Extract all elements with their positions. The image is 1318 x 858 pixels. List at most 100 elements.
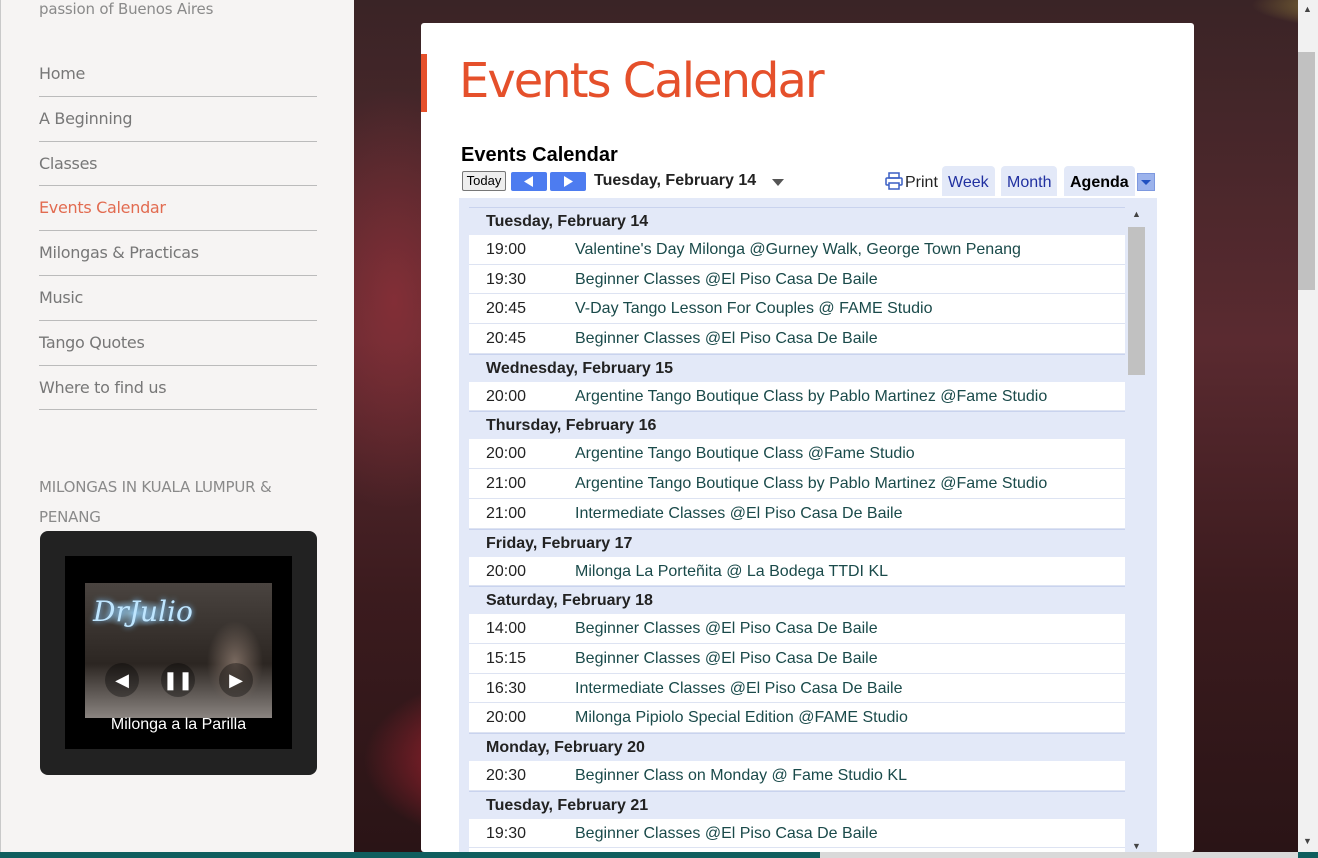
- tab-agenda[interactable]: Agenda: [1064, 166, 1135, 196]
- event-title-link[interactable]: Milonga Pipiolo Special Edition @FAME St…: [575, 703, 908, 732]
- event-time: 20:00: [486, 445, 527, 463]
- tab-month[interactable]: Month: [1001, 166, 1058, 196]
- event-time: 20:00: [486, 562, 527, 580]
- event-time: 16:30: [486, 679, 527, 697]
- event-title-link[interactable]: Argentine Tango Boutique Class by Pablo …: [575, 469, 1047, 498]
- nav-item-events-calendar[interactable]: Events Calendar: [39, 186, 317, 232]
- event-time: 20:00: [486, 709, 527, 727]
- title-accent-bar: [421, 54, 427, 112]
- event-time: 14:00: [486, 620, 527, 638]
- video-player[interactable]: DrJulio ◀ ❚❚ ▶ Milonga a la Parilla: [65, 556, 292, 749]
- day-header: Friday, February 17: [469, 528, 1125, 557]
- event-title-link[interactable]: Beginner Classes @El Piso Casa De Baile: [575, 819, 878, 848]
- event-row[interactable]: 20:45 Beginner Classes @El Piso Casa De B…: [469, 324, 1125, 354]
- nav-item-tango-quotes[interactable]: Tango Quotes: [39, 321, 317, 366]
- event-row[interactable]: 19:30 Beginner Classes @El Piso Casa De B…: [469, 264, 1125, 295]
- window-scroll-down-icon[interactable]: ▼: [1303, 836, 1312, 846]
- event-title-link[interactable]: Beginner Class on Monday @ Fame Studio K…: [575, 761, 907, 790]
- nav-item-a-beginning[interactable]: A Beginning: [39, 97, 317, 142]
- scroll-down-icon[interactable]: ▼: [1132, 841, 1141, 851]
- event-row[interactable]: 20:00 Argentine Tango Boutique Class @Fam…: [469, 439, 1125, 470]
- main-nav: Home A Beginning Classes Events Calendar Mil…: [39, 52, 317, 411]
- day-header: Tuesday, February 21: [469, 790, 1125, 819]
- window-bottom-bar: [0, 852, 1318, 858]
- horizontal-scroll-segment[interactable]: [820, 852, 1298, 858]
- event-row[interactable]: 20:00 Milonga La Porteñita @ La Bodega TT…: [469, 556, 1125, 587]
- event-time: 20:30: [486, 766, 527, 784]
- event-title-link[interactable]: Valentine's Day Milonga @Gurney Walk, Ge…: [575, 235, 1021, 264]
- event-title-link[interactable]: Beginner Classes @El Piso Casa De Baile: [575, 614, 878, 643]
- event-time: 20:45: [486, 300, 527, 318]
- print-button[interactable]: Print: [885, 172, 938, 192]
- day-header: Monday, February 20: [469, 732, 1125, 761]
- calendar-title: Events Calendar: [461, 144, 618, 166]
- prev-period-button[interactable]: [511, 172, 547, 191]
- agenda-scroll-thumb[interactable]: [1128, 227, 1145, 375]
- event-title-link[interactable]: Intermediate Classes @El Piso Casa De Ba…: [575, 499, 903, 528]
- today-button[interactable]: Today: [462, 171, 506, 191]
- event-time: 19:30: [486, 824, 527, 842]
- video-widget: DrJulio ◀ ❚❚ ▶ Milonga a la Parilla: [40, 531, 317, 775]
- nav-item-milongas-practicas[interactable]: Milongas & Practicas: [39, 231, 317, 276]
- event-row[interactable]: 21:00 Argentine Tango Boutique Class by P…: [469, 469, 1125, 499]
- event-time: 19:00: [486, 241, 527, 258]
- event-row[interactable]: 16:30 Intermediate Classes @El Piso Casa …: [469, 673, 1125, 704]
- event-title-link[interactable]: Argentine Tango Boutique Class @Fame Stu…: [575, 439, 915, 468]
- event-title-link[interactable]: Beginner Classes @El Piso Casa De Baile: [575, 324, 878, 353]
- event-row[interactable]: 14:00 Beginner Classes @El Piso Casa De B…: [469, 614, 1125, 644]
- nav-item-where-to-find-us[interactable]: Where to find us: [39, 366, 317, 411]
- printer-icon: [885, 172, 903, 190]
- event-title-link[interactable]: Intermediate Classes @El Piso Casa De Ba…: [575, 674, 903, 703]
- print-label: Print: [905, 174, 938, 191]
- event-row[interactable]: 20:30 Beginner Class on Monday @ Fame Stu…: [469, 760, 1125, 791]
- next-period-button[interactable]: [550, 172, 586, 191]
- event-time: 19:30: [486, 270, 527, 288]
- window-scroll-thumb[interactable]: [1298, 52, 1315, 290]
- day-header: Wednesday, February 15: [469, 353, 1125, 382]
- event-time: 21:00: [486, 504, 527, 522]
- event-time: 21:00: [486, 475, 527, 493]
- video-caption: Milonga a la Parilla: [110, 716, 247, 733]
- sidebar: passion of Buenos Aires Home A Beginning C…: [0, 0, 354, 852]
- video-logo: DrJulio: [93, 595, 193, 628]
- prev-icon[interactable]: ◀: [105, 663, 139, 697]
- day-header: Saturday, February 18: [469, 586, 1125, 615]
- nav-item-music[interactable]: Music: [39, 276, 317, 321]
- date-picker-chevron-icon[interactable]: [772, 179, 784, 186]
- nav-item-classes[interactable]: Classes: [39, 142, 317, 187]
- day-header: Thursday, February 16: [469, 411, 1125, 440]
- next-icon[interactable]: ▶: [219, 663, 253, 697]
- site-tagline: passion of Buenos Aires: [39, 0, 214, 18]
- event-row[interactable]: 19:30 Beginner Classes @El Piso Casa De B…: [469, 818, 1125, 849]
- event-title-link[interactable]: V-Day Tango Lesson For Couples @ FAME St…: [575, 294, 932, 323]
- event-title-link[interactable]: Argentine Tango Boutique Class by Pablo …: [575, 382, 1047, 411]
- arrow-left-icon: [524, 176, 533, 187]
- content-card: Events Calendar Events Calendar Today Tu…: [421, 23, 1194, 852]
- arrow-right-icon: [564, 176, 573, 187]
- agenda-scrollbar[interactable]: ▲ ▼: [1128, 207, 1145, 852]
- event-time: 20:45: [486, 330, 527, 348]
- event-title-link[interactable]: Beginner Classes @El Piso Casa De Baile: [575, 644, 878, 673]
- event-title-link[interactable]: Milonga La Porteñita @ La Bodega TTDI KL: [575, 557, 888, 586]
- window-scrollbar[interactable]: ▲ ▼: [1298, 0, 1318, 852]
- agenda-view[interactable]: Tuesday, February 14 19:00 Valentine's Day…: [459, 198, 1157, 852]
- event-row[interactable]: 20:00 Milonga Pipiolo Special Edition @FA…: [469, 703, 1125, 733]
- event-row[interactable]: 20:45 V-Day Tango Lesson For Couples @ FA…: [469, 294, 1125, 325]
- event-row[interactable]: 15:15 Beginner Classes @El Piso Casa De B…: [469, 643, 1125, 674]
- window-scroll-up-icon[interactable]: ▲: [1303, 4, 1312, 14]
- event-row[interactable]: 21:00 Intermediate Classes @El Piso Casa …: [469, 498, 1125, 529]
- calendar-widget: Events Calendar Today Tuesday, February …: [459, 143, 1157, 852]
- tab-week[interactable]: Week: [942, 166, 995, 196]
- nav-item-home[interactable]: Home: [39, 52, 317, 97]
- page-title: Events Calendar: [459, 53, 825, 109]
- video-thumbnail[interactable]: DrJulio ◀ ❚❚ ▶: [85, 583, 272, 718]
- widget-title: MILONGAS IN KUALA LUMPUR & PENANG: [39, 478, 272, 526]
- event-row[interactable]: 19:00 Valentine's Day Milonga @Gurney Wal…: [469, 235, 1125, 265]
- scroll-up-icon[interactable]: ▲: [1132, 209, 1141, 219]
- pause-icon[interactable]: ❚❚: [161, 663, 195, 697]
- event-time: 15:15: [486, 649, 527, 667]
- event-row[interactable]: 20:00 Argentine Tango Boutique Class by P…: [469, 381, 1125, 412]
- chevron-down-icon: [1141, 180, 1151, 185]
- calendar-menu-button[interactable]: [1137, 173, 1155, 191]
- event-title-link[interactable]: Beginner Classes @El Piso Casa De Baile: [575, 265, 878, 294]
